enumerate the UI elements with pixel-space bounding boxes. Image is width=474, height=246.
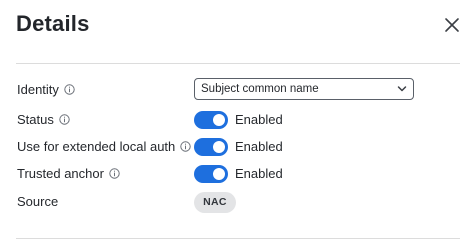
info-icon[interactable]: [59, 114, 70, 125]
toggle-knob: [213, 114, 225, 126]
source-badge: NAC: [194, 192, 236, 213]
toggle-knob: [213, 168, 225, 180]
source-label: Source: [17, 194, 59, 209]
trusted-anchor-row: Trusted anchor Enabled: [0, 162, 474, 188]
identity-select-value: Subject common name: [201, 83, 319, 95]
info-icon[interactable]: [109, 168, 120, 179]
trusted-anchor-value: Enabled: [235, 166, 283, 181]
status-row: Status Enabled: [0, 108, 474, 134]
toggle-knob: [213, 141, 225, 153]
extended-auth-value: Enabled: [235, 139, 283, 154]
close-icon[interactable]: [441, 14, 463, 36]
extended-auth-label: Use for extended local auth: [17, 139, 176, 154]
status-toggle[interactable]: [194, 111, 228, 129]
status-label: Status: [17, 112, 54, 127]
footer-divider: [16, 238, 460, 239]
chevron-down-icon: [397, 85, 407, 93]
extended-auth-row: Use for extended local auth Enabled: [0, 135, 474, 161]
status-value: Enabled: [235, 112, 283, 127]
identity-label-wrap: Identity: [17, 82, 75, 97]
source-label-wrap: Source: [17, 194, 58, 209]
page-title: Details: [16, 11, 90, 36]
info-icon[interactable]: [180, 141, 191, 152]
trusted-anchor-toggle[interactable]: [194, 165, 228, 183]
source-row: Source NAC: [0, 190, 474, 216]
extended-auth-label-wrap: Use for extended local auth: [17, 139, 191, 154]
identity-row: Identity Subject common name: [0, 78, 474, 104]
identity-select[interactable]: Subject common name: [194, 78, 414, 100]
info-icon[interactable]: [64, 84, 75, 95]
header-divider: [16, 63, 460, 64]
identity-label: Identity: [17, 82, 59, 97]
trusted-anchor-label-wrap: Trusted anchor: [17, 166, 120, 181]
extended-auth-toggle[interactable]: [194, 138, 228, 156]
status-label-wrap: Status: [17, 112, 70, 127]
close-button[interactable]: [441, 14, 463, 36]
trusted-anchor-label: Trusted anchor: [17, 166, 104, 181]
